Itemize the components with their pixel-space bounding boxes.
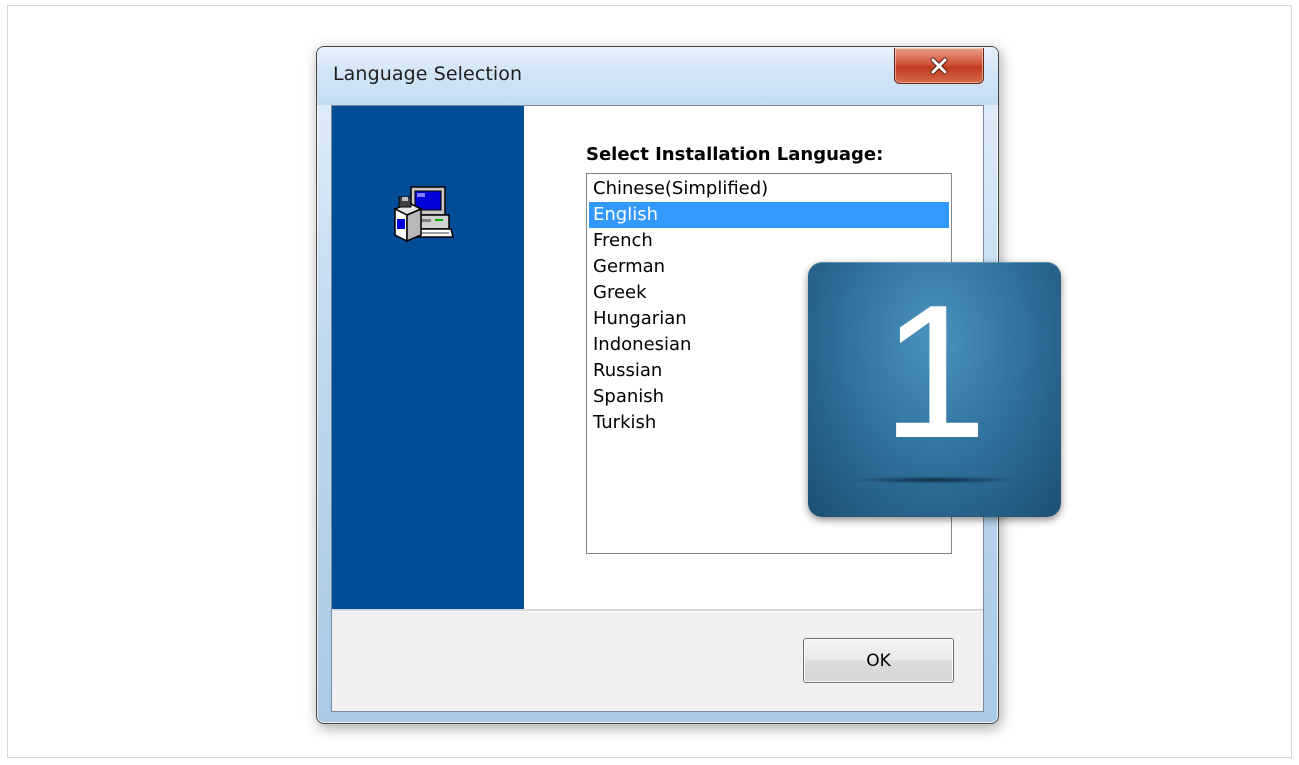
step-number: 1 xyxy=(881,266,988,478)
language-option[interactable]: Chinese(Simplified) xyxy=(589,176,949,202)
badge-shadow xyxy=(848,476,1021,484)
language-prompt-label: Select Installation Language: xyxy=(586,144,884,165)
footer-divider xyxy=(332,609,983,612)
ok-button[interactable]: OK xyxy=(803,638,954,683)
window-title: Language Selection xyxy=(333,63,523,85)
language-option[interactable]: French xyxy=(589,228,949,254)
language-option[interactable]: English xyxy=(589,202,949,228)
title-bar[interactable]: Language Selection xyxy=(317,47,998,105)
setup-computer-icon xyxy=(393,186,454,243)
close-icon xyxy=(930,57,948,74)
sidebar-panel xyxy=(332,106,524,609)
step-number-badge: 1 xyxy=(808,262,1061,517)
close-button[interactable] xyxy=(894,48,984,84)
